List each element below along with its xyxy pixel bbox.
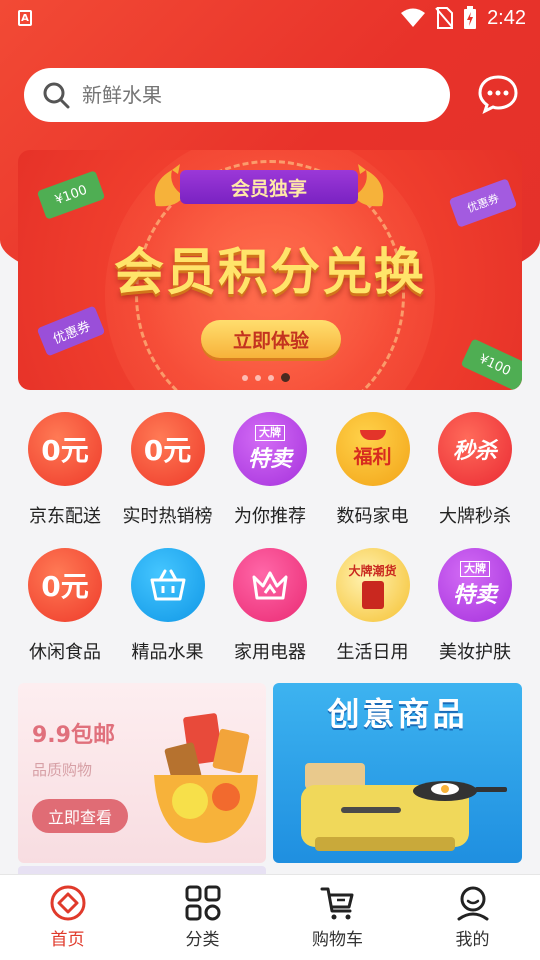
category-fruit[interactable]: 精品水果: [117, 548, 219, 664]
category-hot-sales[interactable]: 0元 实时热销榜: [117, 412, 219, 528]
app-notification-icon: A: [18, 10, 32, 26]
search-row: [24, 68, 524, 122]
nav-label: 购物车: [312, 930, 363, 950]
category-appliances[interactable]: 家用电器: [219, 548, 321, 664]
next-card-peek: [18, 866, 266, 874]
status-bar: A 2:42: [0, 0, 540, 36]
zero-yuan-icon: 0元: [28, 548, 102, 622]
search-bar[interactable]: [24, 68, 450, 122]
category-recommend[interactable]: 大牌 特卖 为你推荐: [219, 412, 321, 528]
nav-label: 分类: [185, 930, 220, 950]
carousel-dot-active[interactable]: [281, 373, 290, 382]
category-digital[interactable]: 福利 数码家电: [322, 412, 424, 528]
brand-sale-icon: 大牌 特卖: [438, 548, 512, 622]
nav-profile[interactable]: 我的: [405, 875, 540, 960]
promo-title: 创意商品: [327, 695, 468, 733]
trend-goods-icon: 大牌潮货: [335, 548, 410, 622]
category-flash-sale[interactable]: 秒杀 大牌秒杀: [424, 412, 526, 528]
carousel-dot[interactable]: [268, 374, 274, 381]
promo-subtitle: 品质购物: [32, 761, 93, 779]
wifi-icon: [401, 8, 426, 27]
banner-title: 会员积分兑换: [114, 243, 426, 301]
basket-icon: [130, 548, 205, 622]
search-input[interactable]: [82, 83, 382, 107]
carousel-dot[interactable]: [255, 374, 261, 381]
coupon-badge: 优惠券: [448, 178, 518, 228]
fruit-basket-image: [154, 713, 258, 843]
category-beauty[interactable]: 大牌 特卖 美妆护肤: [424, 548, 526, 664]
nav-category[interactable]: 分类: [135, 875, 270, 960]
coupon-badge: ¥100: [36, 170, 106, 220]
flash-sale-icon: 秒杀: [438, 412, 512, 486]
bottom-navigation: 首页 分类 购物车 我的: [0, 874, 540, 960]
search-icon: [43, 82, 70, 109]
category-label: 大牌秒杀: [439, 506, 511, 527]
category-row: 0元 京东配送 0元 实时热销榜 大牌 特卖 为你推荐 福利 数码家电 秒杀 大…: [14, 412, 526, 528]
category-daily-goods[interactable]: 大牌潮货 生活日用: [322, 548, 424, 664]
zero-yuan-icon: 0元: [28, 412, 102, 486]
nav-label: 我的: [455, 930, 490, 950]
category-row: 0元 休闲食品 精品水果 家用电器 大牌潮货 生活日用 大牌 特卖 美妆护肤: [14, 548, 526, 664]
home-icon: [50, 885, 85, 921]
brand-sale-icon: 大牌 特卖: [233, 412, 307, 486]
banner-cta-button[interactable]: 立即体验: [201, 320, 341, 358]
message-icon[interactable]: [478, 74, 518, 114]
coupon-badge: 优惠券: [36, 305, 106, 357]
category-label: 为你推荐: [234, 506, 306, 527]
promo-card-creative[interactable]: 创意商品: [273, 683, 522, 863]
category-snacks[interactable]: 0元 休闲食品: [14, 548, 116, 664]
toaster-product-image: [301, 763, 507, 851]
category-label: 实时热销榜: [122, 506, 213, 527]
carousel-dot[interactable]: [242, 374, 248, 381]
category-grid: 0元 京东配送 0元 实时热销榜 大牌 特卖 为你推荐 福利 数码家电 秒杀 大…: [14, 412, 526, 684]
nav-home[interactable]: 首页: [0, 875, 135, 960]
category-label: 数码家电: [336, 506, 409, 527]
coupon-badge: ¥100: [460, 338, 522, 390]
welfare-icon: 福利: [335, 412, 410, 486]
category-label: 生活日用: [336, 642, 409, 663]
promo-card-shipping[interactable]: 9.9包邮 品质购物 立即查看: [18, 683, 266, 863]
no-sim-icon: [435, 7, 454, 29]
category-label: 精品水果: [131, 642, 204, 663]
battery-charging-icon: [464, 6, 477, 29]
category-jd-delivery[interactable]: 0元 京东配送: [14, 412, 116, 528]
status-time: 2:42: [487, 6, 526, 29]
banner-ribbon: 会员独享: [180, 170, 358, 204]
promo-banner[interactable]: ¥100 优惠券 优惠券 ¥100 会员独享 会员积分兑换 立即体验: [18, 150, 522, 390]
promo-view-button[interactable]: 立即查看: [32, 799, 128, 833]
category-label: 美妆护肤: [439, 642, 511, 663]
nav-label: 首页: [50, 930, 85, 950]
category-label: 京东配送: [29, 506, 101, 527]
grid-icon: [185, 885, 220, 921]
promo-title: 9.9包邮: [32, 723, 115, 748]
carousel-indicator: [242, 373, 290, 382]
profile-icon: [457, 886, 488, 921]
nav-cart[interactable]: 购物车: [270, 875, 405, 960]
zero-yuan-icon: 0元: [130, 412, 205, 486]
category-label: 家用电器: [234, 642, 306, 663]
crown-icon: [233, 548, 307, 622]
category-label: 休闲食品: [29, 642, 101, 663]
cart-icon: [320, 887, 353, 920]
